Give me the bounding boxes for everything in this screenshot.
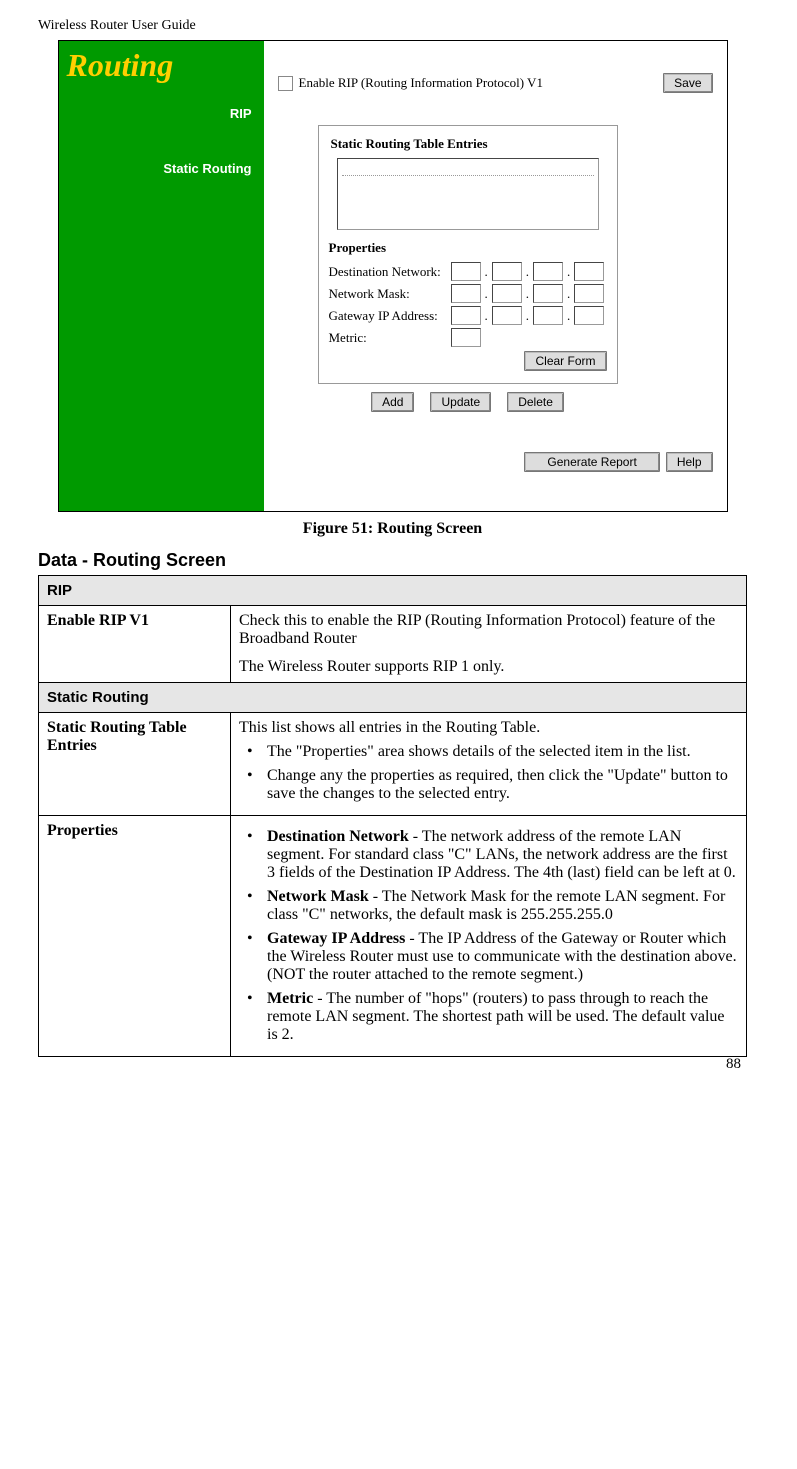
- figure-caption: Figure 51: Routing Screen: [38, 520, 747, 538]
- data-table: RIP Enable RIP V1 Check this to enable t…: [38, 575, 747, 1057]
- section-heading: Data - Routing Screen: [38, 550, 747, 571]
- props-row-label: Properties: [47, 822, 118, 839]
- dest-octet-3[interactable]: [533, 262, 563, 281]
- sidebar-label-static: Static Routing: [67, 161, 256, 176]
- gw-octet-1[interactable]: [451, 306, 481, 325]
- dest-octet-2[interactable]: [492, 262, 522, 281]
- mask-octet-4[interactable]: [574, 284, 604, 303]
- props-row-desc: Destination Network - The network addres…: [231, 816, 747, 1057]
- static-routing-fieldset: Static Routing Table Entries Properties …: [318, 125, 618, 384]
- sidebar-panel: Routing RIP Static Routing: [59, 41, 264, 511]
- mask-octet-3[interactable]: [533, 284, 563, 303]
- metric-label: Metric:: [329, 330, 451, 346]
- gw-octet-4[interactable]: [574, 306, 604, 325]
- gw-octet-2[interactable]: [492, 306, 522, 325]
- main-panel: Enable RIP (Routing Information Protocol…: [264, 41, 727, 511]
- dest-network-label: Destination Network:: [329, 264, 451, 280]
- mask-octet-2[interactable]: [492, 284, 522, 303]
- entries-listbox[interactable]: [337, 158, 599, 230]
- routing-screenshot: Routing RIP Static Routing Enable RIP (R…: [58, 40, 728, 512]
- page-header: Wireless Router User Guide: [38, 18, 747, 34]
- add-button[interactable]: Add: [371, 392, 414, 412]
- generate-report-button[interactable]: Generate Report: [524, 452, 659, 472]
- screen-title: Routing: [67, 47, 256, 84]
- delete-button[interactable]: Delete: [507, 392, 564, 412]
- enable-rip-checkbox[interactable]: [278, 76, 293, 91]
- rip-header: RIP: [39, 576, 747, 606]
- gw-octet-3[interactable]: [533, 306, 563, 325]
- entries-legend: Static Routing Table Entries: [329, 136, 490, 152]
- entries-row-label: Static Routing Table Entries: [47, 719, 187, 754]
- static-header: Static Routing: [39, 683, 747, 713]
- clear-form-button[interactable]: Clear Form: [524, 351, 606, 371]
- dest-octet-4[interactable]: [574, 262, 604, 281]
- help-button[interactable]: Help: [666, 452, 713, 472]
- mask-label: Network Mask:: [329, 286, 451, 302]
- sidebar-label-rip: RIP: [67, 106, 256, 121]
- save-button[interactable]: Save: [663, 73, 712, 93]
- mask-octet-1[interactable]: [451, 284, 481, 303]
- enable-rip-row-label: Enable RIP V1: [47, 612, 149, 629]
- enable-rip-row-desc: Check this to enable the RIP (Routing In…: [231, 606, 747, 683]
- entries-row-desc: This list shows all entries in the Routi…: [231, 713, 747, 816]
- properties-legend: Properties: [329, 240, 607, 256]
- update-button[interactable]: Update: [430, 392, 491, 412]
- metric-input[interactable]: [451, 328, 481, 347]
- gw-label: Gateway IP Address:: [329, 308, 451, 324]
- page-number: 88: [726, 1056, 741, 1073]
- dest-octet-1[interactable]: [451, 262, 481, 281]
- enable-rip-label: Enable RIP (Routing Information Protocol…: [299, 75, 543, 91]
